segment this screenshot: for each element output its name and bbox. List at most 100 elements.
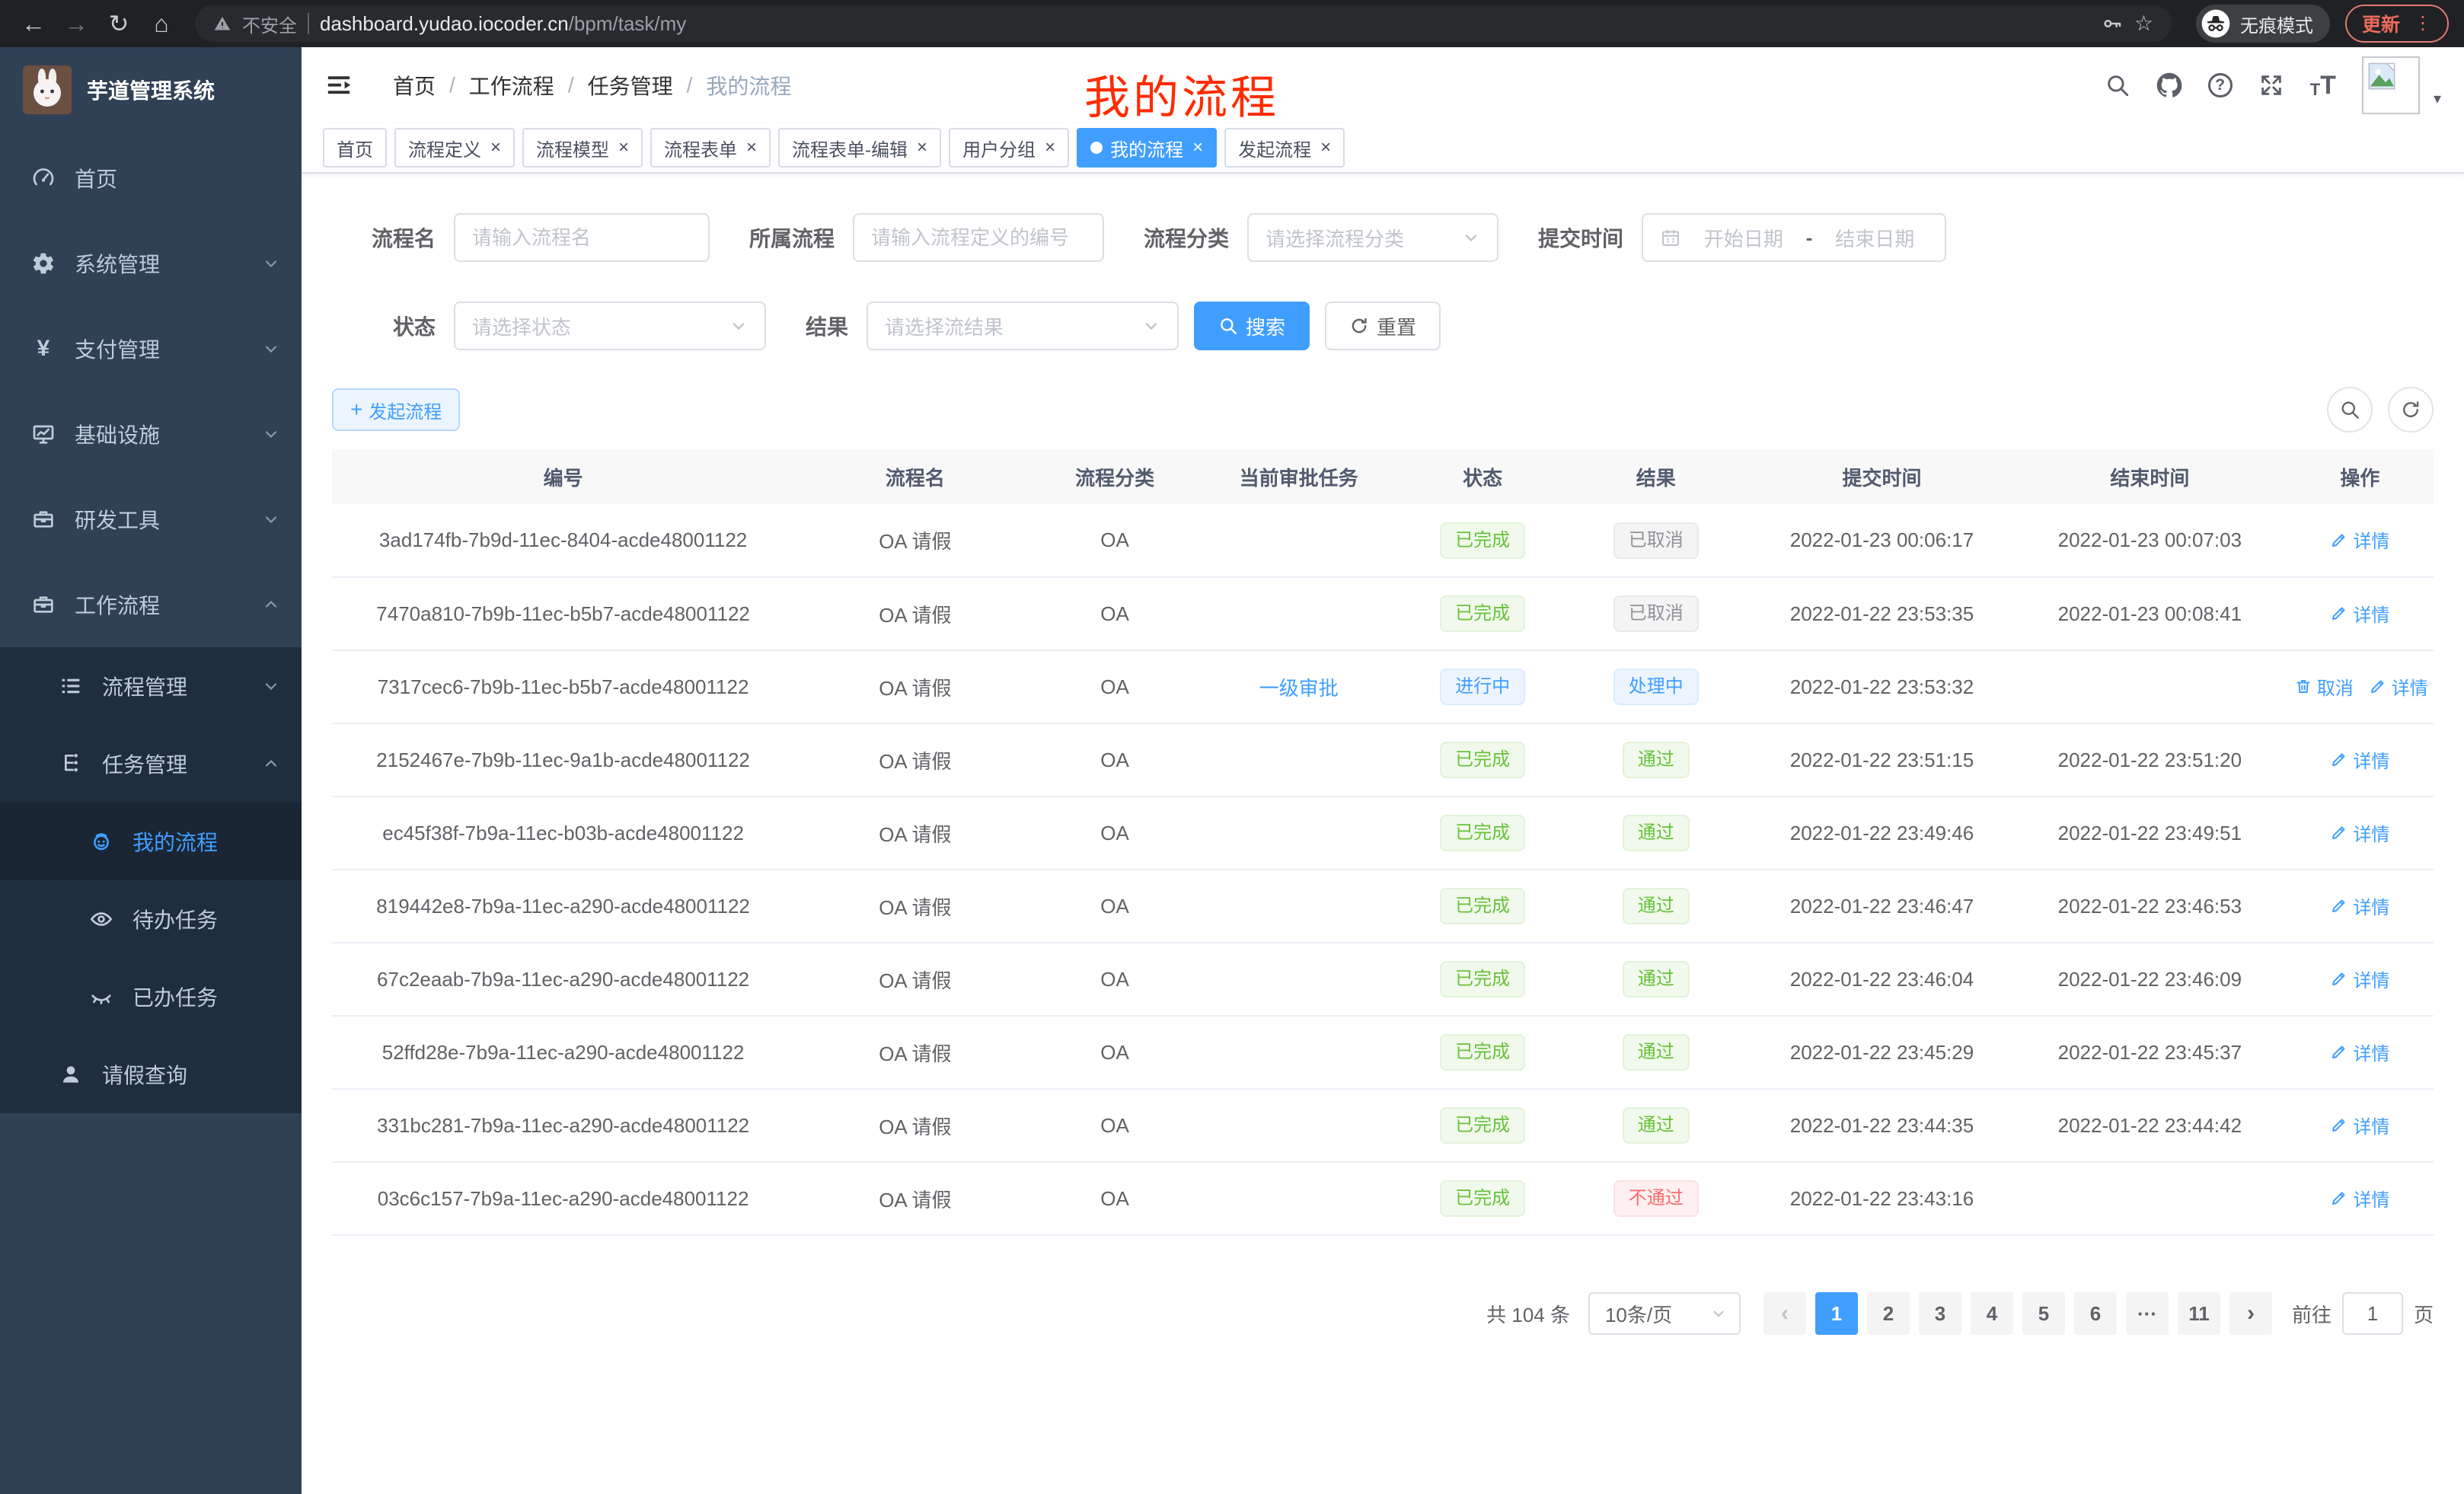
sidebar-item-todo-tasks[interactable]: 待办任务 bbox=[0, 880, 302, 958]
result-badge: 通过 bbox=[1623, 1034, 1690, 1071]
github-icon[interactable] bbox=[2156, 72, 2182, 98]
cell-process-name: OA 请假 bbox=[794, 723, 1036, 796]
detail-action-link[interactable]: 详情 bbox=[2330, 892, 2389, 919]
font-size-icon[interactable]: TT bbox=[2310, 72, 2336, 98]
submit-time-range-picker[interactable]: 开始日期 - 结束日期 bbox=[1642, 213, 1946, 262]
sidebar-item-done-tasks[interactable]: 已办任务 bbox=[0, 958, 302, 1036]
tab-user-group[interactable]: 用户分组× bbox=[949, 128, 1069, 168]
detail-action-link[interactable]: 详情 bbox=[2330, 966, 2389, 992]
sidebar-item-my-process[interactable]: 我的流程 bbox=[0, 803, 302, 880]
category-label: 流程分类 bbox=[1144, 222, 1229, 253]
cell-actions: 取消详情 bbox=[2287, 650, 2434, 723]
breadcrumb-current: 我的流程 bbox=[706, 70, 791, 101]
tab-my-process[interactable]: 我的流程× bbox=[1077, 128, 1217, 168]
sidebar-item-system-mgmt[interactable]: 系统管理 bbox=[0, 221, 302, 306]
app-logo-row[interactable]: 芋道管理系统 bbox=[0, 47, 302, 132]
start-process-button[interactable]: + 发起流程 bbox=[332, 388, 460, 431]
header-search-icon[interactable] bbox=[2105, 72, 2130, 98]
fullscreen-icon[interactable] bbox=[2258, 72, 2284, 98]
help-icon[interactable]: ? bbox=[2208, 73, 2233, 97]
tab-start-process[interactable]: 发起流程× bbox=[1224, 128, 1345, 168]
browser-menu-icon[interactable]: ⋮ bbox=[2414, 14, 2432, 33]
result-select[interactable]: 请选择流结果 bbox=[867, 302, 1179, 350]
url-text[interactable]: dashboard.yudao.iocoder.cn/bpm/task/my bbox=[320, 12, 686, 36]
page-button[interactable]: 4 bbox=[1971, 1292, 2013, 1335]
tab-process-form-edit[interactable]: 流程表单-编辑× bbox=[778, 128, 941, 168]
tab-process-definition[interactable]: 流程定义× bbox=[394, 128, 515, 168]
browser-forward-icon[interactable]: → bbox=[58, 5, 94, 42]
current-task-link[interactable]: 一级审批 bbox=[1259, 677, 1339, 700]
sidebar-item-workflow[interactable]: 工作流程 bbox=[0, 562, 302, 647]
start-date-placeholder[interactable]: 开始日期 bbox=[1690, 224, 1797, 252]
reset-button[interactable]: 重置 bbox=[1325, 302, 1441, 350]
browser-back-icon[interactable]: ← bbox=[15, 5, 52, 42]
sidebar-item-dev-tools[interactable]: 研发工具 bbox=[0, 477, 302, 562]
close-icon[interactable]: × bbox=[917, 139, 927, 157]
close-icon[interactable]: × bbox=[1320, 139, 1331, 157]
chevron-down-icon bbox=[262, 340, 280, 358]
close-icon[interactable]: × bbox=[1192, 139, 1203, 157]
tab-process-model[interactable]: 流程模型× bbox=[522, 128, 643, 168]
browser-home-icon[interactable]: ⌂ bbox=[143, 5, 180, 42]
detail-action-link[interactable]: 详情 bbox=[2330, 600, 2389, 627]
bookmark-star-icon[interactable]: ☆ bbox=[2134, 13, 2153, 34]
address-bar[interactable]: 不安全 dashboard.yudao.iocoder.cn/bpm/task/… bbox=[195, 5, 2172, 42]
browser-update-button[interactable]: 更新 ⋮ bbox=[2345, 5, 2449, 43]
breadcrumb-workflow[interactable]: 工作流程 bbox=[469, 70, 554, 101]
page-button[interactable]: 11 bbox=[2178, 1292, 2220, 1335]
page-button[interactable]: 6 bbox=[2074, 1292, 2117, 1335]
process-name-input[interactable] bbox=[454, 213, 710, 262]
update-label[interactable]: 更新 bbox=[2362, 10, 2400, 37]
page-button[interactable]: 5 bbox=[2022, 1292, 2065, 1335]
detail-action-link[interactable]: 详情 bbox=[2330, 1112, 2389, 1138]
end-date-placeholder[interactable]: 结束日期 bbox=[1821, 224, 1928, 252]
page-button[interactable]: 2 bbox=[1867, 1292, 1910, 1335]
breadcrumb-home[interactable]: 首页 bbox=[393, 70, 436, 101]
sidebar-toggle-icon[interactable] bbox=[324, 71, 353, 100]
detail-action-link[interactable]: 详情 bbox=[2330, 526, 2389, 553]
refresh-table-button[interactable] bbox=[2388, 387, 2434, 433]
page-button[interactable]: 3 bbox=[1919, 1292, 1961, 1335]
parent-process-input[interactable] bbox=[853, 213, 1104, 262]
close-icon[interactable]: × bbox=[618, 139, 629, 157]
breadcrumb-task-mgmt[interactable]: 任务管理 bbox=[588, 70, 673, 101]
search-button[interactable]: 搜索 bbox=[1194, 302, 1310, 350]
next-page-button[interactable]: › bbox=[2229, 1292, 2272, 1335]
goto-page-input[interactable] bbox=[2342, 1292, 2403, 1335]
detail-action-link[interactable]: 详情 bbox=[2369, 673, 2428, 700]
sidebar-item-leave-query[interactable]: 请假查询 bbox=[0, 1036, 302, 1113]
cell-status: 已完成 bbox=[1404, 870, 1562, 943]
close-icon[interactable]: × bbox=[746, 139, 757, 157]
toggle-search-button[interactable] bbox=[2327, 387, 2373, 433]
detail-action-link[interactable]: 详情 bbox=[2330, 1185, 2389, 1211]
action-label: 详情 bbox=[2353, 1039, 2389, 1065]
tab-home[interactable]: 首页 bbox=[323, 128, 387, 168]
sidebar-item-payment-mgmt[interactable]: ¥支付管理 bbox=[0, 306, 302, 391]
sidebar-item-infrastructure[interactable]: 基础设施 bbox=[0, 391, 302, 477]
detail-action-link[interactable]: 详情 bbox=[2330, 746, 2389, 773]
detail-action-link[interactable]: 详情 bbox=[2330, 1039, 2389, 1065]
tab-process-form[interactable]: 流程表单× bbox=[650, 128, 771, 168]
page-size-select[interactable]: 10条/页 bbox=[1588, 1292, 1741, 1335]
cell-end-time: 2022-01-22 23:46:53 bbox=[2013, 870, 2287, 943]
password-key-icon[interactable] bbox=[2101, 12, 2124, 35]
security-label[interactable]: 不安全 bbox=[242, 11, 297, 37]
incognito-icon bbox=[2201, 8, 2231, 39]
prev-page-button[interactable]: ‹ bbox=[1763, 1292, 1806, 1335]
page-button[interactable]: 1 bbox=[1815, 1292, 1858, 1335]
sidebar-item-home[interactable]: 首页 bbox=[0, 136, 302, 221]
cancel-action-link[interactable]: 取消 bbox=[2294, 673, 2354, 700]
cell-process-name: OA 请假 bbox=[794, 1016, 1036, 1089]
browser-reload-icon[interactable]: ↻ bbox=[101, 5, 137, 42]
avatar-caret-icon[interactable]: ▾ bbox=[2434, 89, 2441, 108]
sidebar-item-process-mgmt[interactable]: 流程管理 bbox=[0, 647, 302, 725]
pager-ellipsis[interactable]: ··· bbox=[2126, 1292, 2169, 1335]
status-select[interactable]: 请选择状态 bbox=[454, 302, 766, 350]
close-icon[interactable]: × bbox=[1045, 139, 1055, 157]
sidebar-item-task-mgmt[interactable]: 任务管理 bbox=[0, 725, 302, 803]
cell-result: 通过 bbox=[1562, 1089, 1751, 1162]
category-select[interactable]: 请选择流程分类 bbox=[1247, 213, 1499, 262]
avatar[interactable] bbox=[2362, 56, 2420, 114]
close-icon[interactable]: × bbox=[490, 139, 501, 157]
detail-action-link[interactable]: 详情 bbox=[2330, 819, 2389, 846]
